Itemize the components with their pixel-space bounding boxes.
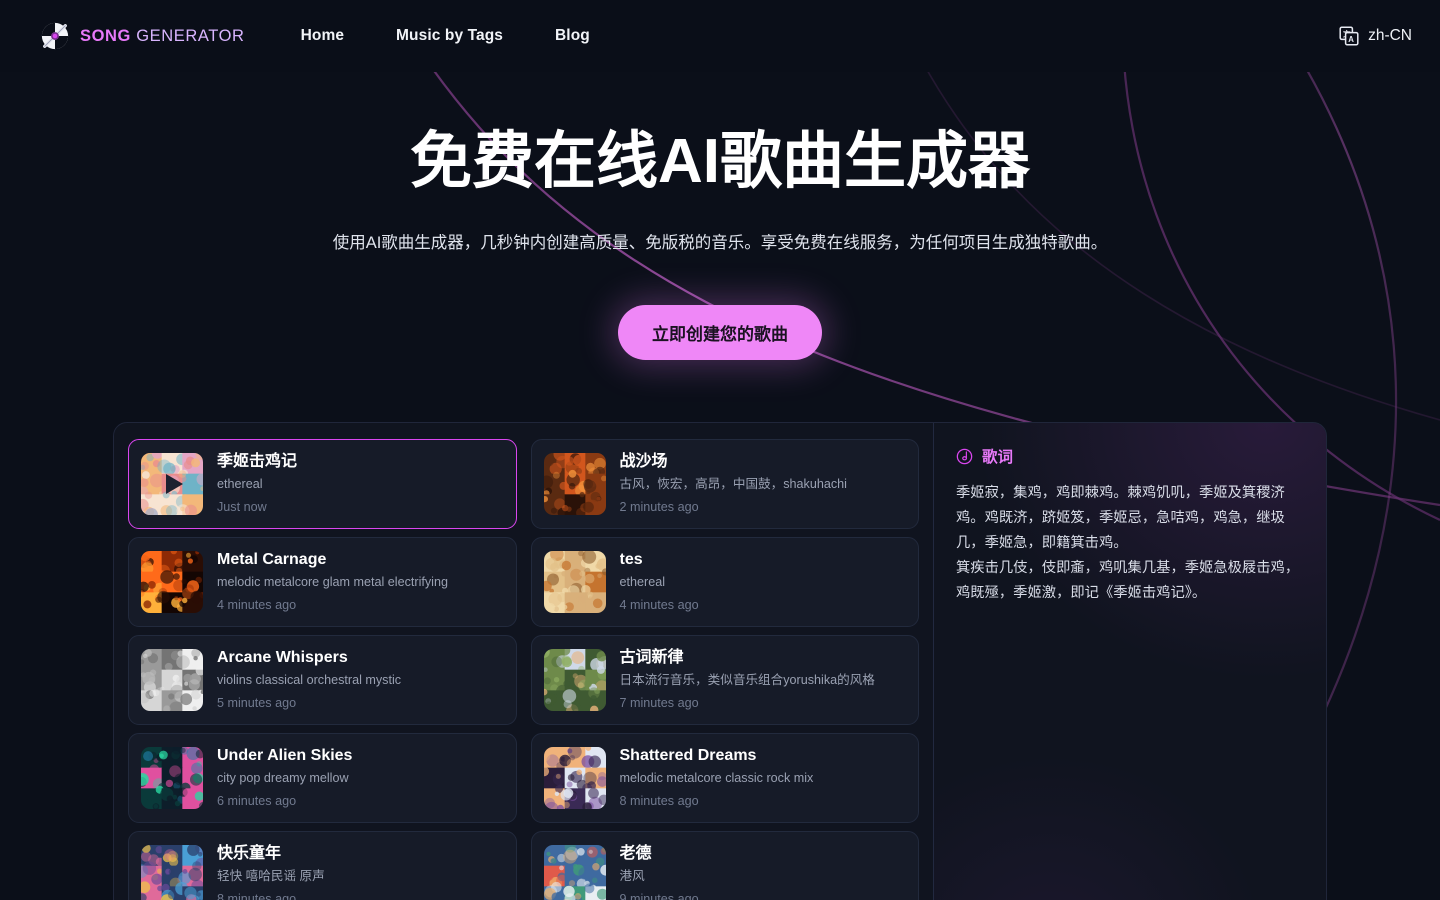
song-thumbnail[interactable] bbox=[141, 453, 203, 515]
translate-icon: 文 A bbox=[1339, 26, 1359, 46]
song-tags: 轻快 嘻哈民谣 原声 bbox=[217, 869, 325, 884]
song-title: 快乐童年 bbox=[217, 845, 282, 863]
song-timestamp: 8 minutes ago bbox=[217, 892, 297, 900]
song-card[interactable]: 战沙场古风，恢宏，高昂，中国鼓，shakuhachi 2 minutes ago bbox=[530, 439, 919, 529]
play-icon[interactable] bbox=[141, 453, 203, 515]
song-tags: violins classical orchestral mystic bbox=[217, 673, 402, 688]
hero-cta-wrapper: 立即创建您的歌曲 bbox=[0, 305, 1440, 361]
song-card[interactable]: 古词新律日本流行音乐，类似音乐组合yorushika的风格 7 minutes a… bbox=[530, 635, 919, 725]
lyrics-header: 歌词 bbox=[956, 445, 1302, 467]
create-song-button[interactable]: 立即创建您的歌曲 bbox=[618, 305, 822, 361]
song-tags: melodic metalcore classic rock mix bbox=[619, 771, 814, 786]
nav-link-blog[interactable]: Blog bbox=[555, 27, 590, 45]
song-thumbnail[interactable] bbox=[543, 551, 606, 613]
song-thumbnail[interactable] bbox=[141, 551, 203, 613]
song-title: tes bbox=[619, 551, 643, 569]
song-list[interactable]: 季姬击鸡记 ethereal Just now 战沙场古风，恢宏，高昂，中国鼓，sha… bbox=[114, 423, 934, 900]
song-meta: Metal Carnage melodic metalcore glam meta… bbox=[217, 550, 504, 614]
svg-text:A: A bbox=[1348, 35, 1354, 44]
lyrics-panel: 歌词 季姬寂，集鸡，鸡即棘鸡。棘鸡饥叽，季姬及箕稷济鸡。鸡既济，跻姬笈，季姬忌，… bbox=[934, 423, 1326, 900]
song-timestamp: 2 minutes ago bbox=[619, 500, 699, 515]
nav-link-music-by-tags[interactable]: Music by Tags bbox=[396, 27, 503, 45]
music-note-circle-icon bbox=[956, 448, 973, 464]
song-thumbnail[interactable] bbox=[543, 649, 606, 711]
hero-section: 免费在线AI歌曲生成器 使用AI歌曲生成器，几秒钟内创建高质量、免版税的音乐。享… bbox=[0, 72, 1440, 361]
song-card[interactable]: Metal Carnage melodic metalcore glam meta… bbox=[128, 537, 517, 627]
lyrics-heading: 歌词 bbox=[982, 449, 1014, 466]
song-meta: 老德港风 9 minutes ago bbox=[620, 844, 907, 900]
song-timestamp: 5 minutes ago bbox=[217, 696, 297, 711]
song-title: Under Alien Skies bbox=[217, 747, 353, 765]
song-thumbnail[interactable] bbox=[543, 747, 606, 809]
song-title: Arcane Whispers bbox=[217, 649, 348, 667]
song-title: 季姬击鸡记 bbox=[217, 453, 298, 471]
top-navbar: SONG GENERATOR Home Music by Tags Blog 文… bbox=[0, 0, 1440, 72]
page-title: 免费在线AI歌曲生成器 bbox=[409, 127, 1030, 196]
song-meta: Under Alien Skies city pop dreamy mellow 6… bbox=[217, 746, 504, 810]
lyrics-paragraph: 箕疾击几伎，伎即齑，鸡叽集几基，季姬急极屐击鸡，鸡既殛，季姬激，即记《季姬击鸡记… bbox=[956, 559, 1300, 601]
hero-subtitle: 使用AI歌曲生成器，几秒钟内创建高质量、免版税的音乐。享受免费在线服务，为任何项… bbox=[332, 234, 1108, 253]
language-selector[interactable]: 文 A zh-CN bbox=[1339, 26, 1412, 46]
song-title: Shattered Dreams bbox=[619, 747, 757, 765]
language-code: zh-CN bbox=[1368, 27, 1412, 44]
vinyl-disc-icon bbox=[41, 22, 69, 50]
song-card[interactable]: Under Alien Skies city pop dreamy mellow 6… bbox=[128, 733, 517, 823]
primary-nav: Home Music by Tags Blog bbox=[301, 27, 590, 45]
song-title: 战沙场 bbox=[619, 453, 668, 471]
brand-logo-link[interactable]: SONG GENERATOR bbox=[40, 21, 245, 51]
song-card[interactable]: tes ethereal 4 minutes ago bbox=[530, 537, 919, 627]
song-tags: melodic metalcore glam metal electrifyin… bbox=[217, 575, 448, 590]
song-timestamp: 4 minutes ago bbox=[217, 598, 297, 613]
song-card[interactable]: 快乐童年轻快 嘻哈民谣 原声 8 minutes ago bbox=[128, 831, 517, 900]
song-meta: 季姬击鸡记 ethereal Just now bbox=[217, 452, 504, 516]
song-meta: Shattered Dreams melodic metalcore classi… bbox=[620, 746, 907, 810]
song-title: Metal Carnage bbox=[217, 551, 327, 569]
song-meta: Arcane Whispers violins classical orchest… bbox=[217, 648, 504, 712]
lyrics-text: 季姬寂，集鸡，鸡即棘鸡。棘鸡饥叽，季姬及箕稷济鸡。鸡既济，跻姬笈，季姬忌，急咭鸡… bbox=[956, 481, 1302, 605]
song-card[interactable]: Shattered Dreams melodic metalcore classi… bbox=[530, 733, 919, 823]
songs-panel: 季姬击鸡记 ethereal Just now 战沙场古风，恢宏，高昂，中国鼓，sha… bbox=[113, 422, 1327, 900]
song-tags: 古风，恢宏，高昂，中国鼓，shakuhachi bbox=[619, 477, 847, 492]
song-timestamp: 7 minutes ago bbox=[619, 696, 699, 711]
song-tags: ethereal bbox=[217, 477, 263, 492]
song-thumbnail[interactable] bbox=[141, 649, 203, 711]
song-meta: tes ethereal 4 minutes ago bbox=[620, 550, 907, 614]
song-thumbnail[interactable] bbox=[141, 747, 203, 809]
brand-wordmark: SONG GENERATOR bbox=[80, 27, 245, 46]
song-thumbnail[interactable] bbox=[543, 453, 606, 515]
song-card[interactable]: 老德港风 9 minutes ago bbox=[530, 831, 919, 900]
song-title: 古词新律 bbox=[619, 649, 684, 667]
song-timestamp: 8 minutes ago bbox=[619, 794, 699, 809]
song-tags: 日本流行音乐，类似音乐组合yorushika的风格 bbox=[619, 673, 875, 688]
song-card[interactable]: Arcane Whispers violins classical orchest… bbox=[128, 635, 517, 725]
song-timestamp: 6 minutes ago bbox=[217, 794, 297, 809]
song-timestamp: 9 minutes ago bbox=[619, 892, 699, 900]
song-meta: 快乐童年轻快 嘻哈民谣 原声 8 minutes ago bbox=[217, 844, 504, 900]
song-card[interactable]: 季姬击鸡记 ethereal Just now bbox=[128, 439, 517, 529]
song-title: 老德 bbox=[619, 845, 652, 863]
song-tags: 港风 bbox=[619, 869, 645, 884]
song-timestamp: Just now bbox=[217, 500, 267, 515]
song-tags: city pop dreamy mellow bbox=[217, 771, 349, 786]
song-tags: ethereal bbox=[619, 575, 666, 590]
song-thumbnail[interactable] bbox=[543, 845, 606, 900]
lyrics-paragraph: 季姬寂，集鸡，鸡即棘鸡。棘鸡饥叽，季姬及箕稷济鸡。鸡既济，跻姬笈，季姬忌，急咭鸡… bbox=[956, 485, 1285, 551]
song-meta: 战沙场古风，恢宏，高昂，中国鼓，shakuhachi 2 minutes ago bbox=[620, 452, 907, 516]
song-thumbnail[interactable] bbox=[141, 845, 203, 900]
song-meta: 古词新律日本流行音乐，类似音乐组合yorushika的风格 7 minutes a… bbox=[620, 648, 907, 712]
brand-word-song: SONG bbox=[80, 26, 131, 45]
song-timestamp: 4 minutes ago bbox=[619, 598, 699, 613]
nav-link-home[interactable]: Home bbox=[301, 27, 344, 45]
brand-word-generator: GENERATOR bbox=[136, 26, 245, 45]
page-root: SONG GENERATOR Home Music by Tags Blog 文… bbox=[0, 0, 1440, 900]
